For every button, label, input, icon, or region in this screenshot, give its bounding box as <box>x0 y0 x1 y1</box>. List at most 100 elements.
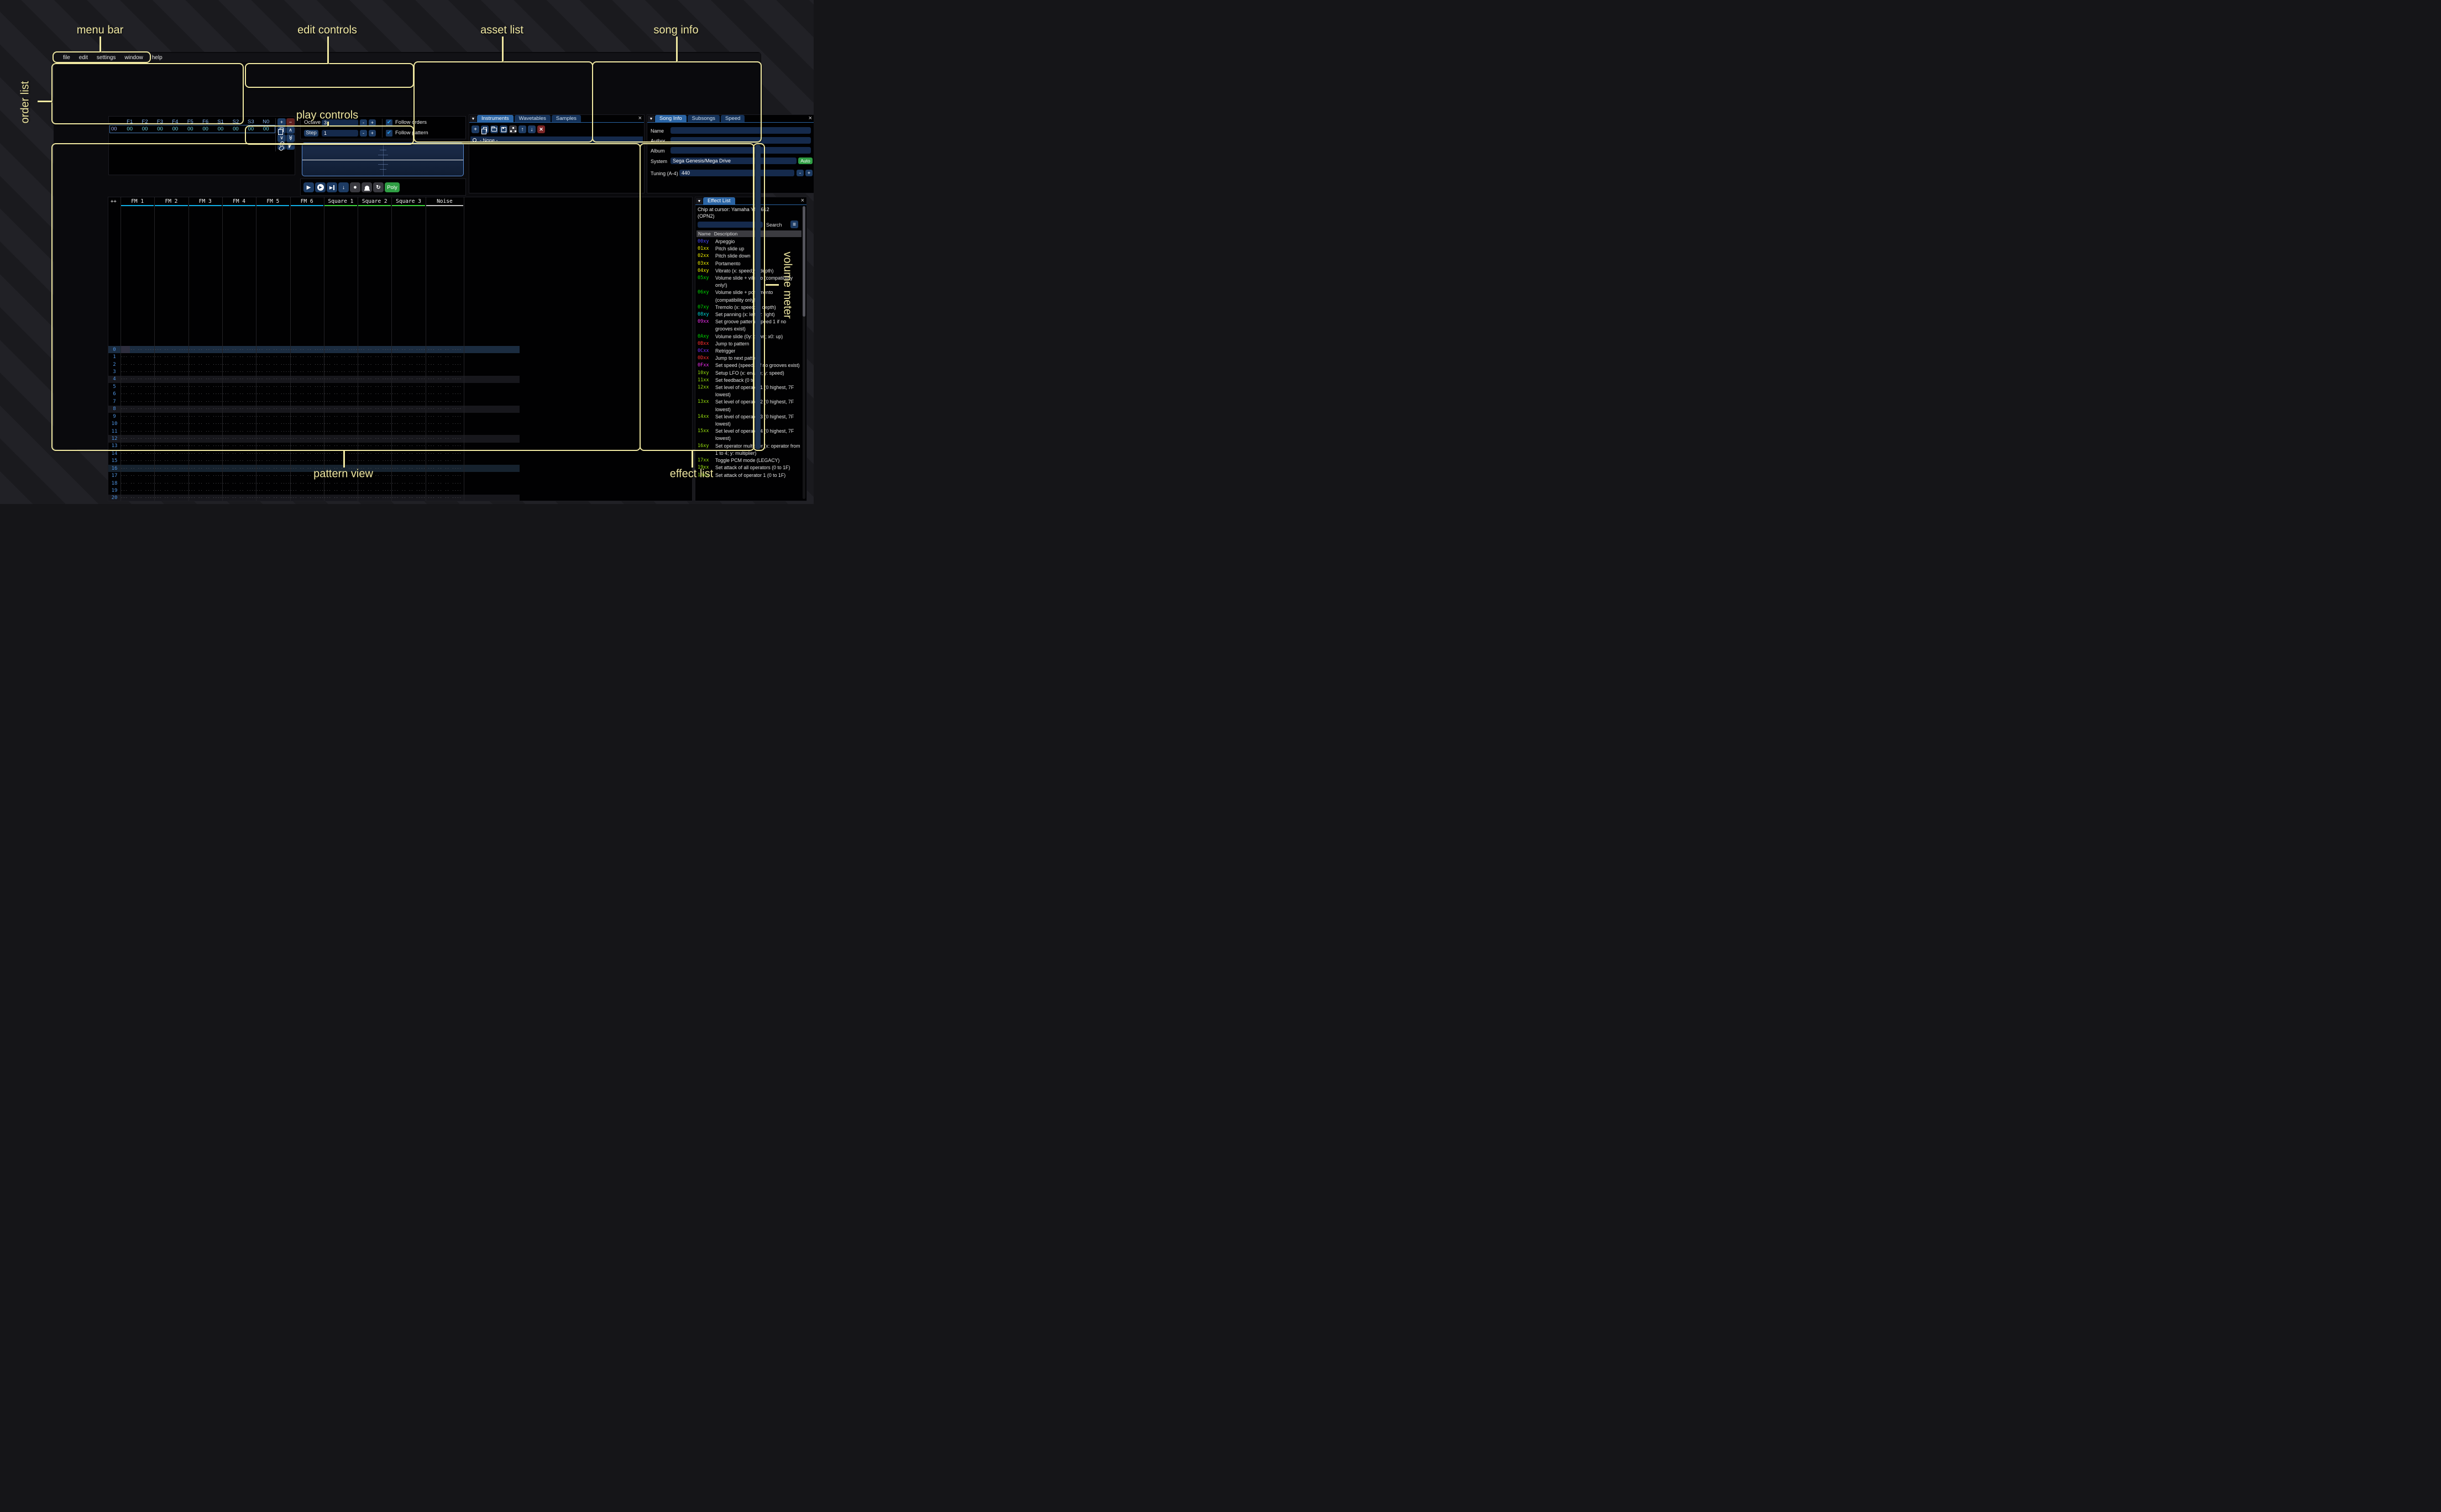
pattern-cell[interactable]: ··· ·· ·· ···· <box>222 466 256 471</box>
effect-row[interactable]: 17xxToggle PCM mode (LEGACY) <box>698 457 802 464</box>
system-auto-button[interactable]: Auto <box>798 158 813 164</box>
order-row-index: 00 <box>110 126 122 132</box>
pattern-cell[interactable]: ··· ·· ·· ···· <box>222 496 256 500</box>
octave-decrease-button[interactable]: - <box>360 119 367 126</box>
tuning-increase-button[interactable]: + <box>805 170 813 176</box>
pattern-row[interactable]: 15··· ·· ·· ······· ·· ·· ······· ·· ·· … <box>108 458 520 465</box>
pattern-cell[interactable]: ··· ·· ·· ···· <box>391 466 425 471</box>
pattern-cell[interactable]: ··· ·· ·· ···· <box>256 489 290 493</box>
pattern-cell[interactable]: ··· ·· ·· ···· <box>358 452 391 456</box>
pattern-cell[interactable]: ··· ·· ·· ···· <box>358 496 391 500</box>
pattern-cell[interactable]: ··· ·· ·· ···· <box>426 474 464 478</box>
pattern-cell[interactable]: ··· ·· ·· ···· <box>121 459 154 463</box>
pattern-cell[interactable]: ··· ·· ·· ···· <box>256 474 290 478</box>
pattern-cell[interactable]: ··· ·· ·· ···· <box>121 452 154 456</box>
pattern-cell[interactable]: ··· ·· ·· ···· <box>426 489 464 493</box>
pattern-row[interactable]: 20··· ·· ·· ······· ·· ·· ······· ·· ·· … <box>108 495 520 501</box>
order-remove-button[interactable]: − <box>286 118 295 126</box>
pattern-cell[interactable]: ··· ·· ·· ···· <box>358 489 391 493</box>
pattern-cell[interactable]: ··· ·· ·· ···· <box>391 481 425 486</box>
pattern-cell[interactable]: ··· ·· ·· ···· <box>391 496 425 500</box>
desktop-background: fileeditsettingswindowhelp F1F2F3F4F5F6S… <box>0 0 814 504</box>
annotation-effect-list: effect list <box>670 468 714 481</box>
pattern-cell[interactable]: ··· ·· ·· ···· <box>391 474 425 478</box>
pattern-cell[interactable]: ··· ·· ·· ···· <box>154 452 188 456</box>
pattern-cell[interactable]: ··· ·· ·· ···· <box>426 481 464 486</box>
pattern-cell[interactable]: ··· ·· ·· ···· <box>121 481 154 486</box>
pattern-cell[interactable]: ··· ·· ·· ···· <box>154 481 188 486</box>
follow-orders-checkbox[interactable]: ✔ <box>386 119 392 126</box>
octave-increase-button[interactable]: + <box>369 119 376 126</box>
tuning-decrease-button[interactable]: - <box>797 170 804 176</box>
pattern-cell[interactable]: ··· ·· ·· ···· <box>222 452 256 456</box>
pattern-cell[interactable]: ··· ·· ·· ···· <box>290 452 323 456</box>
pattern-cell[interactable]: ··· ·· ·· ···· <box>154 496 188 500</box>
pattern-cell[interactable]: ··· ·· ·· ···· <box>391 459 425 463</box>
pattern-cell[interactable]: ··· ·· ·· ···· <box>121 466 154 471</box>
pattern-cell[interactable]: ··· ·· ·· ···· <box>256 466 290 471</box>
hamburger-menu-icon[interactable]: ≡ <box>790 221 798 228</box>
pattern-cell[interactable]: ··· ·· ·· ···· <box>290 496 323 500</box>
order-cell[interactable]: 00 <box>122 126 137 132</box>
pattern-cell[interactable]: ··· ·· ·· ···· <box>290 489 323 493</box>
scrollbar-thumb[interactable] <box>803 206 805 317</box>
pattern-cell[interactable]: ··· ·· ·· ···· <box>256 452 290 456</box>
order-cell[interactable]: 00 <box>198 126 213 132</box>
pattern-cell[interactable]: ··· ·· ·· ···· <box>154 489 188 493</box>
order-cell[interactable]: 00 <box>228 126 243 132</box>
pattern-row[interactable]: 19··· ·· ·· ······· ·· ·· ······· ·· ·· … <box>108 487 520 494</box>
pattern-row[interactable]: 18··· ·· ·· ······· ·· ·· ······· ·· ·· … <box>108 480 520 487</box>
pattern-cell[interactable]: ··· ·· ·· ···· <box>324 496 358 500</box>
close-icon[interactable]: × <box>809 116 812 122</box>
pattern-cell[interactable]: ··· ·· ·· ···· <box>188 481 222 486</box>
pattern-cell[interactable]: ··· ·· ·· ···· <box>222 459 256 463</box>
effect-code: 17xx <box>698 457 714 464</box>
pattern-cell[interactable]: ··· ·· ·· ···· <box>426 459 464 463</box>
pattern-cell[interactable]: ··· ·· ·· ···· <box>358 481 391 486</box>
pattern-cell[interactable]: ··· ·· ·· ···· <box>256 496 290 500</box>
annotation-connector <box>327 36 329 64</box>
pattern-cell[interactable]: ··· ·· ·· ···· <box>154 466 188 471</box>
menu-bar: fileeditsettingswindowhelp <box>54 53 761 62</box>
pattern-cell[interactable]: ··· ·· ·· ···· <box>256 481 290 486</box>
pattern-cell[interactable]: ··· ·· ·· ···· <box>426 452 464 456</box>
pattern-cell[interactable]: ··· ·· ·· ···· <box>426 466 464 471</box>
pattern-cell[interactable]: ··· ·· ·· ···· <box>121 489 154 493</box>
pattern-cell[interactable]: ··· ·· ·· ···· <box>324 452 358 456</box>
pattern-cell[interactable]: ··· ·· ·· ···· <box>222 474 256 478</box>
pattern-cell[interactable]: ··· ·· ·· ···· <box>188 496 222 500</box>
pattern-cell[interactable]: ··· ·· ·· ···· <box>324 489 358 493</box>
pattern-cell[interactable]: ··· ·· ·· ···· <box>121 474 154 478</box>
pattern-cell[interactable]: ··· ·· ·· ···· <box>391 489 425 493</box>
annotation-connector <box>766 284 779 286</box>
pattern-cell[interactable]: ··· ·· ·· ···· <box>222 489 256 493</box>
order-add-button[interactable]: + <box>277 118 286 126</box>
pattern-cell[interactable]: ··· ·· ·· ···· <box>324 481 358 486</box>
pattern-cell[interactable]: ··· ·· ·· ···· <box>188 489 222 493</box>
pattern-cell[interactable]: ··· ·· ·· ···· <box>222 481 256 486</box>
pattern-cell[interactable]: ··· ·· ·· ···· <box>188 459 222 463</box>
pattern-cell[interactable]: ··· ·· ·· ···· <box>290 459 323 463</box>
pattern-cell[interactable]: ··· ·· ·· ···· <box>121 496 154 500</box>
pattern-cell[interactable]: ··· ·· ·· ···· <box>391 452 425 456</box>
pattern-cell[interactable]: ··· ·· ·· ···· <box>358 459 391 463</box>
pattern-row[interactable]: 14··· ·· ·· ······· ·· ·· ······· ·· ·· … <box>108 450 520 457</box>
order-cell[interactable]: 00 <box>183 126 198 132</box>
order-cell[interactable]: 00 <box>153 126 167 132</box>
close-icon[interactable]: × <box>801 198 804 204</box>
annotation-asset-list: asset list <box>480 24 523 37</box>
pattern-cell[interactable]: ··· ·· ·· ···· <box>154 459 188 463</box>
order-cell[interactable]: 00 <box>167 126 182 132</box>
annotation-box-volume-meter <box>753 143 765 451</box>
pattern-cell[interactable]: ··· ·· ·· ···· <box>256 459 290 463</box>
pattern-cell[interactable]: ··· ·· ·· ···· <box>324 459 358 463</box>
pattern-cell[interactable]: ··· ·· ·· ···· <box>188 466 222 471</box>
pattern-cell[interactable]: ··· ·· ·· ···· <box>426 496 464 500</box>
order-channel-header: S3 <box>243 119 258 125</box>
pattern-cell[interactable]: ··· ·· ·· ···· <box>188 452 222 456</box>
order-cell[interactable]: 00 <box>213 126 228 132</box>
pattern-cell[interactable]: ··· ·· ·· ···· <box>188 474 222 478</box>
pattern-cell[interactable]: ··· ·· ·· ···· <box>154 474 188 478</box>
pattern-cell[interactable]: ··· ·· ·· ···· <box>290 481 323 486</box>
order-cell[interactable]: 00 <box>137 126 152 132</box>
